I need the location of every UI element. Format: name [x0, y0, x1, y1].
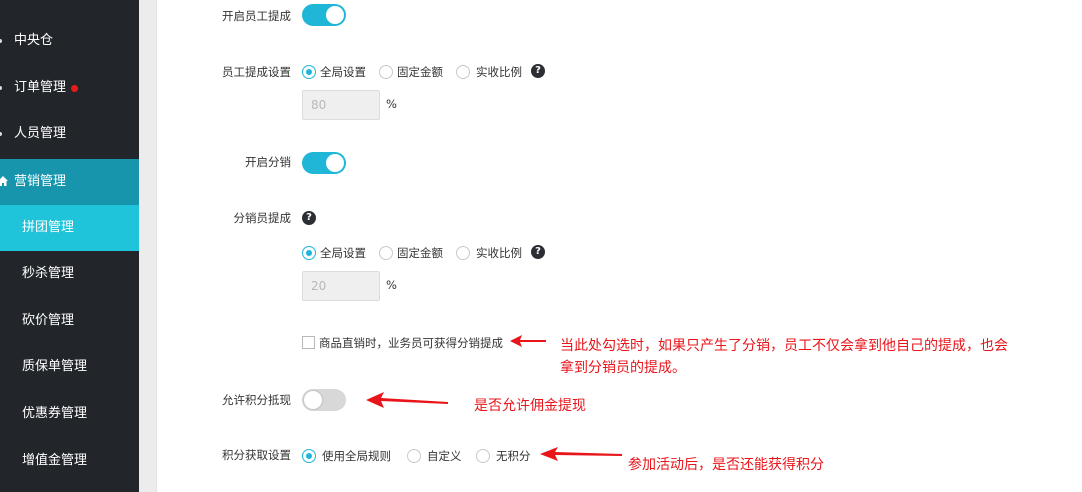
sidebar-item-bargain[interactable]: 砍价管理 — [0, 298, 139, 344]
sidebar-item-value-added[interactable]: 增值金管理 — [0, 438, 139, 484]
help-icon[interactable]: ? — [302, 211, 316, 225]
employee-commission-toggle[interactable] — [302, 4, 346, 26]
radio-label: 实收比例 — [476, 65, 522, 79]
distributor-commission-value-input[interactable]: 20 — [302, 271, 380, 301]
annotation-note: 当此处勾选时，如果只产生了分销，员工不仅会拿到他自己的提成，也会 — [560, 338, 1008, 354]
sidebar-item-orders[interactable]: 订单管理 — [0, 65, 139, 111]
points-acquisition-label: 积分获取设置 — [222, 448, 291, 462]
percent-unit: % — [386, 97, 397, 111]
sidebar-item-label: 砍价管理 — [22, 313, 75, 328]
points-deduction-toggle[interactable] — [302, 389, 346, 411]
allow-points-deduction-label: 允许积分抵现 — [222, 393, 291, 407]
sidebar-item-coupons[interactable]: 优惠券管理 — [0, 391, 139, 437]
sidebar-item-group-buy[interactable]: 拼团管理 — [0, 205, 139, 251]
sidebar-item-label: 中央仓 — [14, 33, 54, 48]
radio-label: 全局设置 — [320, 246, 366, 260]
arrow-left-icon — [510, 335, 546, 347]
sidebar-item-label: 营销管理 — [14, 174, 67, 189]
notification-dot-icon — [71, 85, 78, 92]
sidebar-item-label: 人员管理 — [14, 126, 67, 141]
distribution-toggle[interactable] — [302, 152, 346, 174]
employee-commission-value-input[interactable]: 80 — [302, 90, 380, 120]
radio-label: 全局设置 — [320, 65, 366, 79]
radio-label: 固定金额 — [397, 246, 443, 260]
distributor-commission-label: 分销员提成 — [233, 211, 292, 225]
sidebar-scrollbar[interactable] — [139, 0, 157, 492]
radio-custom[interactable] — [407, 449, 421, 463]
sidebar-item-label: 拼团管理 — [22, 220, 75, 235]
radio-no-points[interactable] — [476, 449, 490, 463]
input-value: 80 — [311, 98, 327, 112]
help-icon[interactable]: ? — [531, 64, 545, 78]
input-value: 20 — [311, 279, 327, 293]
radio-label: 使用全局规则 — [322, 449, 391, 463]
sidebar-item-label: 质保单管理 — [22, 359, 88, 374]
sidebar-item-label: 优惠券管理 — [22, 406, 88, 421]
employee-commission-setting-label: 员工提成设置 — [222, 65, 291, 79]
annotation-note: 是否允许佣金提现 — [474, 398, 586, 414]
percent-unit: % — [386, 278, 397, 292]
arrow-left-icon — [366, 392, 448, 408]
annotation-note: 拿到分销员的提成。 — [560, 360, 686, 376]
radio-fixed-amount[interactable] — [379, 246, 393, 260]
direct-sale-commission-label: 商品直销时，业务员可获得分销提成 — [319, 336, 503, 350]
radio-actual-ratio[interactable] — [456, 65, 470, 79]
sidebar-item-central-warehouse[interactable]: 中央仓 — [0, 18, 139, 64]
radio-fixed-amount[interactable] — [379, 65, 393, 79]
home-icon — [0, 176, 8, 186]
radio-label: 无积分 — [496, 449, 531, 463]
radio-global-setting[interactable] — [302, 246, 316, 260]
direct-sale-commission-checkbox[interactable] — [302, 336, 315, 349]
sidebar: 中央仓 订单管理 人员管理 营销管理 拼团管理 秒杀管理 砍价管理 质保单管理 … — [0, 0, 139, 492]
annotation-note: 参加活动后，是否还能获得积分 — [628, 457, 824, 473]
radio-actual-ratio[interactable] — [456, 246, 470, 260]
radio-global-rule[interactable] — [302, 449, 316, 463]
radio-label: 自定义 — [427, 449, 462, 463]
bullet-icon — [0, 132, 2, 136]
distribution-enable-label: 开启分销 — [245, 155, 291, 169]
bullet-icon — [0, 39, 2, 43]
sidebar-item-label: 订单管理 — [14, 80, 67, 95]
radio-global-setting[interactable] — [302, 65, 316, 79]
arrow-left-icon — [540, 447, 622, 461]
help-icon[interactable]: ? — [531, 245, 545, 259]
sidebar-item-warranty[interactable]: 质保单管理 — [0, 344, 139, 390]
sidebar-item-label: 秒杀管理 — [22, 266, 75, 281]
sidebar-item-staff[interactable]: 人员管理 — [0, 111, 139, 157]
sidebar-item-marketing[interactable]: 营销管理 — [0, 159, 139, 205]
radio-label: 实收比例 — [476, 246, 522, 260]
employee-commission-enable-label: 开启员工提成 — [222, 9, 291, 23]
bullet-icon — [0, 86, 2, 90]
sidebar-item-flash-sale[interactable]: 秒杀管理 — [0, 251, 139, 297]
radio-label: 固定金额 — [397, 65, 443, 79]
sidebar-item-label: 增值金管理 — [22, 453, 88, 468]
